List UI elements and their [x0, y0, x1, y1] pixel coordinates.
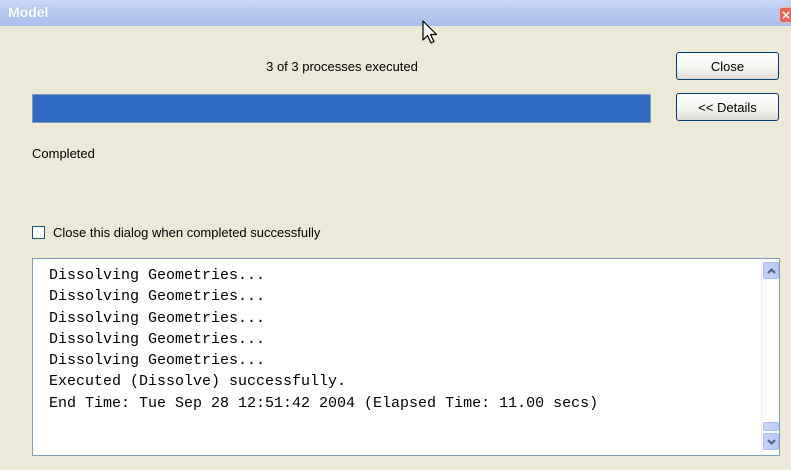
log-line: Dissolving Geometries... [49, 352, 266, 370]
vertical-scrollbar[interactable] [761, 259, 779, 455]
close-on-complete-checkbox[interactable] [32, 225, 45, 239]
log-output[interactable]: Dissolving Geometries... Dissolving Geome… [32, 258, 780, 456]
chevron-up-icon [766, 267, 776, 274]
chevron-down-icon [766, 438, 776, 445]
completion-status: Completed [32, 146, 95, 161]
close-button[interactable]: Close [676, 52, 779, 80]
scroll-up-button[interactable] [763, 262, 779, 279]
mouse-pointer-icon [422, 20, 438, 44]
window-title: Model [8, 4, 49, 20]
log-line: Dissolving Geometries... [49, 267, 266, 284]
title-bar[interactable]: Model × [0, 0, 791, 26]
scroll-thumb[interactable] [763, 422, 779, 431]
close-on-complete-option[interactable]: Close this dialog when completed success… [32, 224, 320, 240]
details-button[interactable]: << Details [676, 93, 779, 121]
progress-bar [32, 94, 651, 123]
scroll-down-button[interactable] [763, 433, 779, 450]
close-icon[interactable]: × [779, 7, 791, 23]
log-line: End Time: Tue Sep 28 12:51:42 2004 (Elap… [49, 394, 599, 412]
log-lines: Dissolving Geometries... Dissolving Geome… [49, 265, 598, 414]
progress-bar-fill [33, 95, 650, 122]
close-on-complete-label[interactable]: Close this dialog when completed success… [53, 225, 320, 240]
log-line: Dissolving Geometries... [49, 309, 266, 327]
log-line: Dissolving Geometries... [49, 288, 266, 306]
progress-status-text: 3 of 3 processes executed [266, 59, 418, 74]
log-line: Executed (Dissolve) successfully. [49, 373, 347, 391]
log-line: Dissolving Geometries... [49, 330, 266, 348]
